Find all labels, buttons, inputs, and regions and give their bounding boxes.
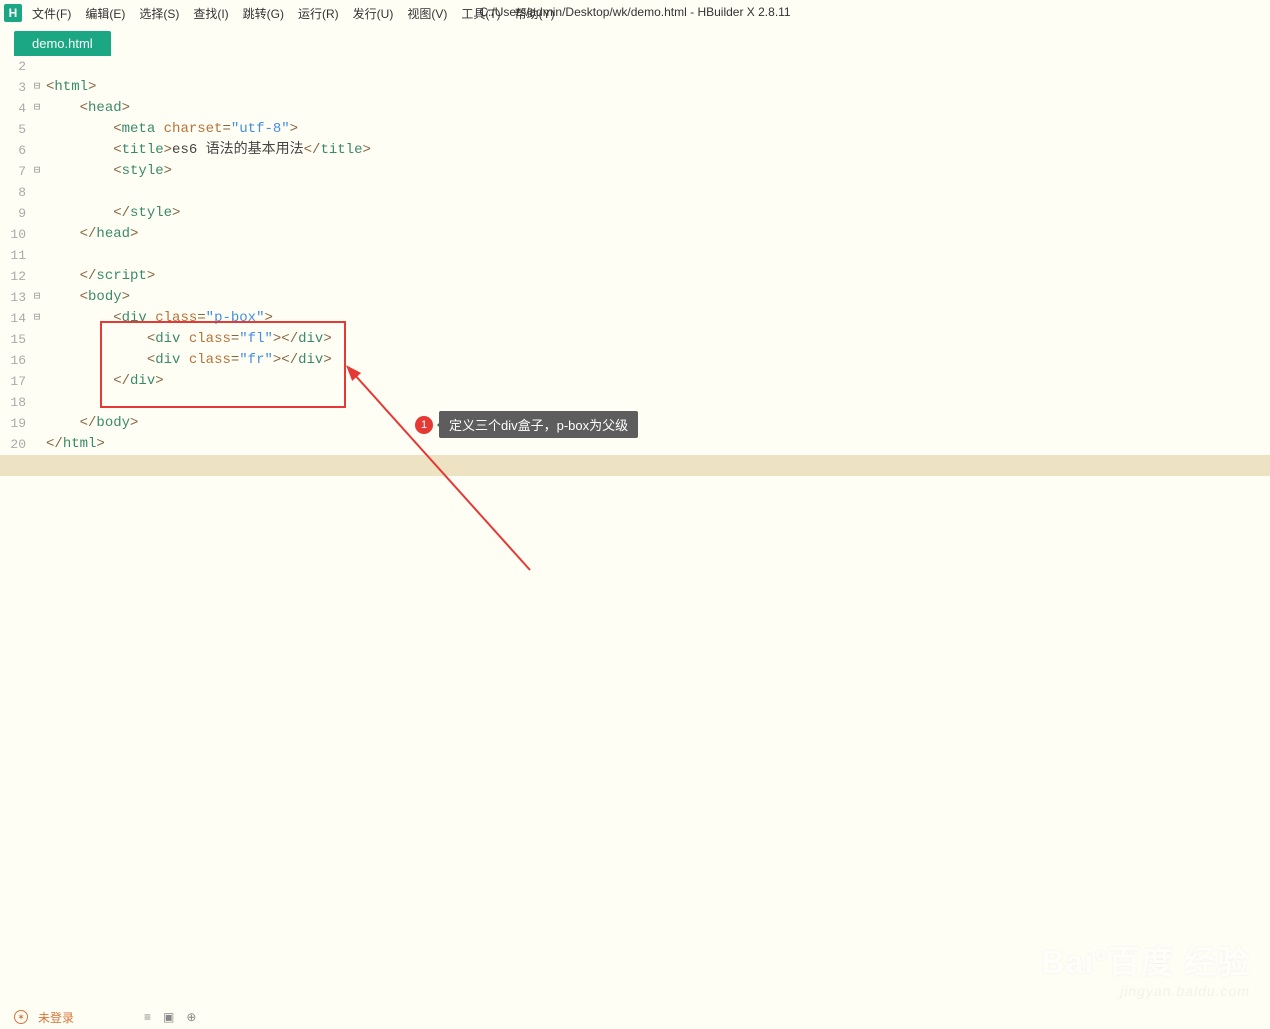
line-number: 4 — [0, 98, 30, 119]
menu-item-6[interactable]: 发行(U) — [353, 5, 394, 22]
code-content[interactable]: <body> — [44, 287, 130, 308]
code-line[interactable]: 6 <title>es6 语法的基本用法</title> — [0, 140, 1270, 161]
code-content[interactable]: </script> — [44, 266, 155, 287]
code-content[interactable] — [44, 245, 80, 266]
status-icons: ≡ ▣ ⊕ — [144, 1010, 196, 1024]
fold-icon[interactable]: ⊟ — [30, 98, 44, 119]
code-content[interactable]: </body> — [44, 413, 138, 434]
code-line[interactable]: 9 </style> — [0, 203, 1270, 224]
code-content[interactable]: <div class="fl"></div> — [44, 329, 332, 350]
menu-items: 文件(F) 编辑(E) 选择(S) 查找(I) 跳转(G) 运行(R) 发行(U) 视图(V)… — [32, 5, 555, 22]
line-number: 13 — [0, 287, 30, 308]
annotation-callout: 1 定义三个div盒子，p-box为父级 — [415, 411, 638, 438]
tab-active[interactable]: demo.html — [14, 31, 111, 56]
code-content[interactable]: <div class="p-box"> — [44, 308, 273, 329]
line-number: 14 — [0, 308, 30, 329]
line-number: 2 — [0, 56, 30, 77]
code-line[interactable]: 10 </head> — [0, 224, 1270, 245]
code-content[interactable]: <title>es6 语法的基本用法</title> — [44, 140, 371, 161]
code-line[interactable]: 3⊟<html> — [0, 77, 1270, 98]
fold-icon[interactable]: ⊟ — [30, 308, 44, 329]
annotation-number-badge: 1 — [415, 416, 433, 434]
watermark-main: Bai°百度 经验 — [1042, 937, 1251, 983]
watermark: Bai°百度 经验 jingyan.baidu.com — [1042, 937, 1251, 999]
code-line[interactable]: 13⊟ <body> — [0, 287, 1270, 308]
code-content[interactable]: <head> — [44, 98, 130, 119]
code-content[interactable] — [44, 392, 113, 413]
menu-item-3[interactable]: 查找(I) — [193, 5, 228, 22]
line-number: 19 — [0, 413, 30, 434]
code-content[interactable]: <html> — [44, 77, 96, 98]
code-line[interactable]: 16 <div class="fr"></div> — [0, 350, 1270, 371]
fold-icon[interactable]: ⊟ — [30, 161, 44, 182]
line-number: 12 — [0, 266, 30, 287]
menu-item-1[interactable]: 编辑(E) — [85, 5, 125, 22]
fold-icon[interactable]: ⊟ — [30, 77, 44, 98]
browser-icon[interactable]: ⊕ — [186, 1010, 196, 1024]
menu-item-4[interactable]: 跳转(G) — [243, 5, 284, 22]
indent-icon[interactable]: ≡ — [144, 1010, 151, 1024]
tab-bar: demo.html — [0, 26, 1270, 56]
code-line[interactable]: 2 — [0, 56, 1270, 77]
user-icon[interactable]: ✶ — [14, 1010, 28, 1024]
code-content[interactable]: </head> — [44, 224, 138, 245]
fold-icon[interactable]: ⊟ — [30, 287, 44, 308]
login-status[interactable]: 未登录 — [38, 1009, 74, 1026]
code-content[interactable]: </div> — [44, 371, 164, 392]
code-line[interactable]: 11 — [0, 245, 1270, 266]
code-content[interactable] — [44, 182, 147, 203]
terminal-icon[interactable]: ▣ — [163, 1010, 174, 1024]
line-number: 10 — [0, 224, 30, 245]
code-line[interactable]: 15 <div class="fl"></div> — [0, 329, 1270, 350]
line-number: 7 — [0, 161, 30, 182]
code-line[interactable]: 5 <meta charset="utf-8"> — [0, 119, 1270, 140]
line-number: 16 — [0, 350, 30, 371]
code-content[interactable]: </style> — [44, 203, 180, 224]
line-number: 11 — [0, 245, 30, 266]
line-number: 18 — [0, 392, 30, 413]
code-content[interactable]: <meta charset="utf-8"> — [44, 119, 298, 140]
menu-item-0[interactable]: 文件(F) — [32, 5, 71, 22]
code-line[interactable]: 12 </script> — [0, 266, 1270, 287]
window-title: C:/Users/admin/Desktop/wk/demo.html - HB… — [479, 5, 790, 19]
line-number: 6 — [0, 140, 30, 161]
annotation-text: 定义三个div盒子，p-box为父级 — [439, 411, 638, 438]
code-line[interactable]: 18 — [0, 392, 1270, 413]
code-line[interactable]: 4⊟ <head> — [0, 98, 1270, 119]
app-logo: H — [4, 4, 22, 22]
code-line[interactable]: 8 — [0, 182, 1270, 203]
watermark-sub: jingyan.baidu.com — [1042, 983, 1251, 999]
code-line[interactable]: 7⊟ <style> — [0, 161, 1270, 182]
line-number: 8 — [0, 182, 30, 203]
line-number: 3 — [0, 77, 30, 98]
status-bar: ✶ 未登录 ≡ ▣ ⊕ — [0, 1005, 1270, 1029]
code-content[interactable]: <div class="fr"></div> — [44, 350, 332, 371]
code-content[interactable]: </html> — [44, 434, 105, 455]
code-content[interactable]: <style> — [44, 161, 172, 182]
line-number: 20 — [0, 434, 30, 455]
line-number: 15 — [0, 329, 30, 350]
menu-item-7[interactable]: 视图(V) — [407, 5, 447, 22]
code-line[interactable]: 17 </div> — [0, 371, 1270, 392]
current-line-highlight — [0, 455, 1270, 476]
line-number: 9 — [0, 203, 30, 224]
line-number: 17 — [0, 371, 30, 392]
line-number: 5 — [0, 119, 30, 140]
menu-item-5[interactable]: 运行(R) — [298, 5, 339, 22]
code-line[interactable]: 14⊟ <div class="p-box"> — [0, 308, 1270, 329]
menu-item-2[interactable]: 选择(S) — [139, 5, 179, 22]
